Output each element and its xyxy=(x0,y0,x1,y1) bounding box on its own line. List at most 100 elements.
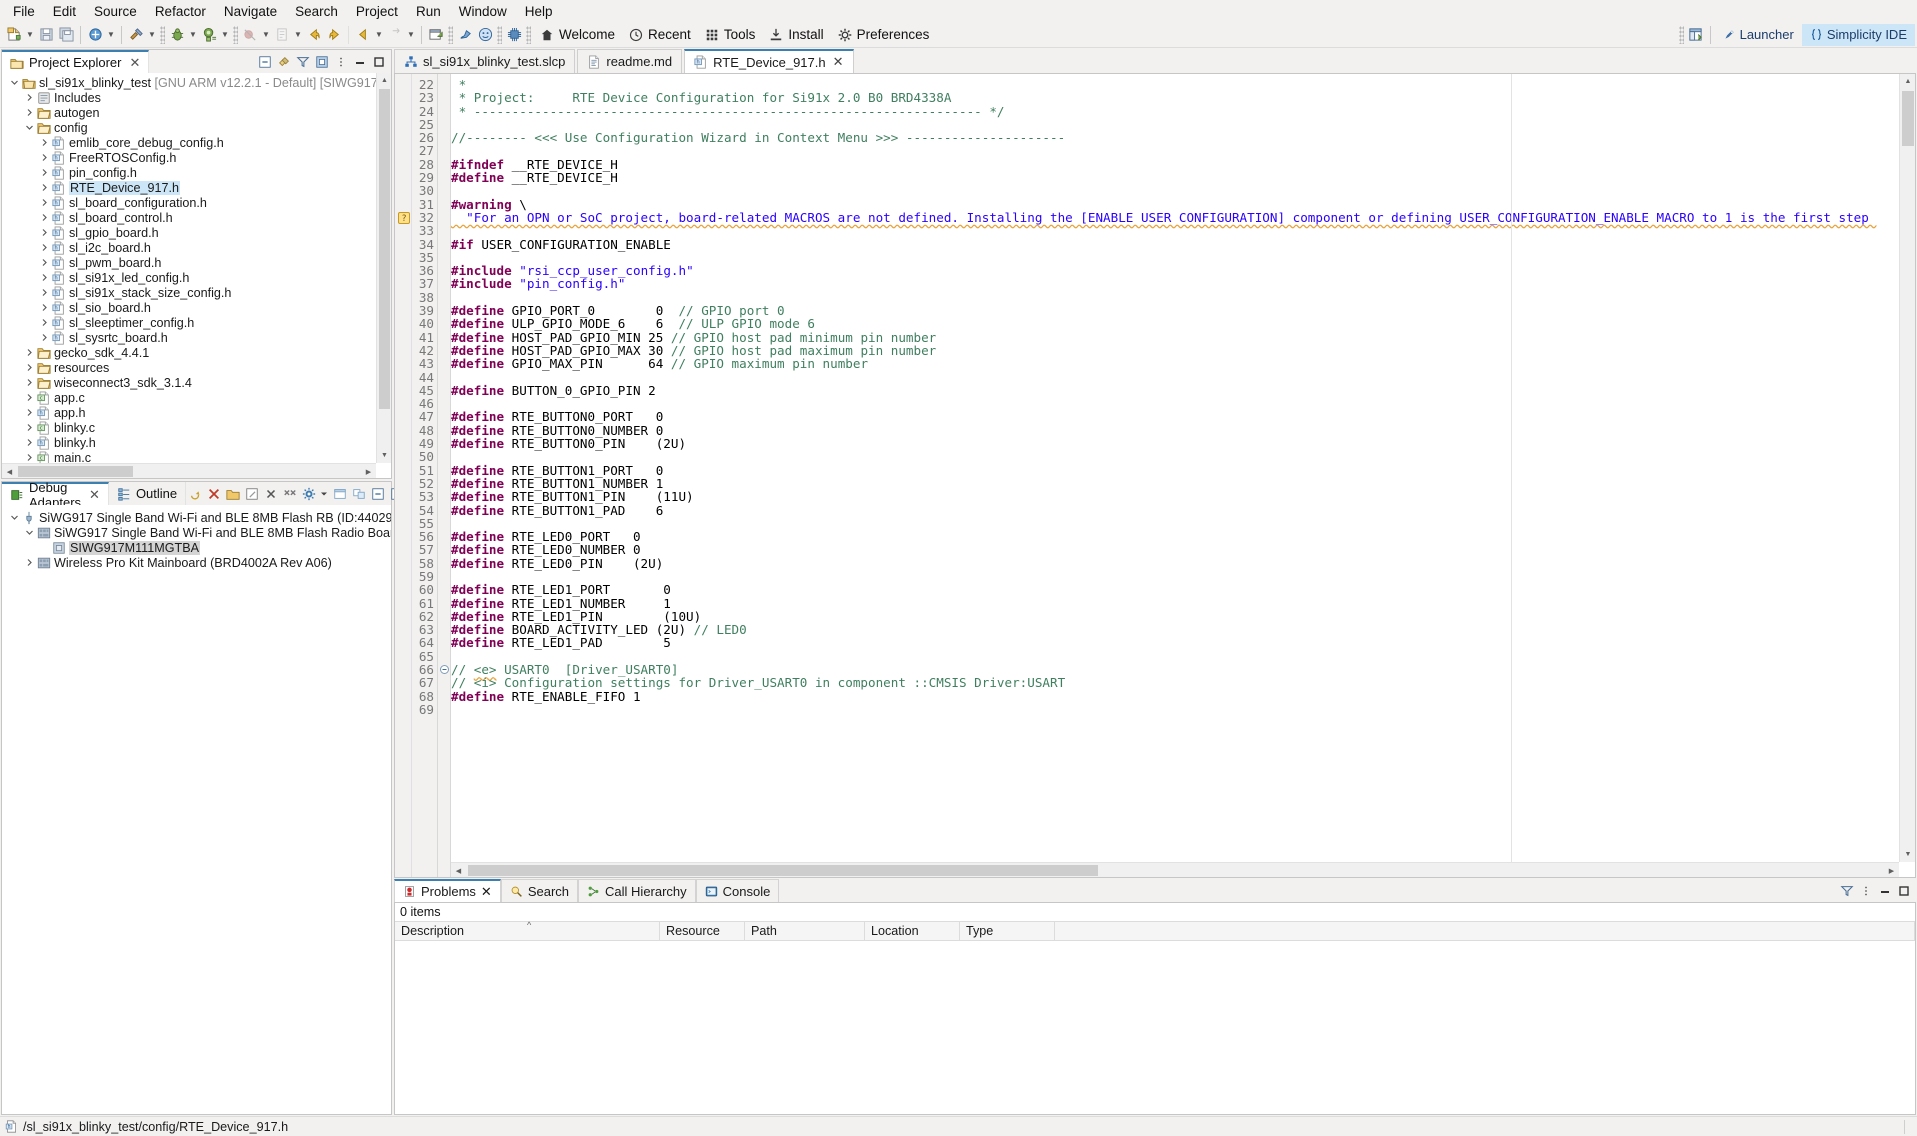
code-line[interactable]: * Project: RTE Device Configuration for … xyxy=(451,91,1915,104)
tree-item[interactable]: hsl_board_control.h xyxy=(2,210,376,225)
build-project-dropdown-icon[interactable]: ▼ xyxy=(105,25,117,45)
tree-item[interactable]: SiWG917 Single Band Wi-Fi and BLE 8MB Fl… xyxy=(2,510,391,525)
editor-body[interactable]: ? 22232425262728293031323334353637383940… xyxy=(394,73,1916,878)
forward-arrow-icon[interactable] xyxy=(324,25,344,45)
twisty-expanded-icon[interactable] xyxy=(23,528,36,537)
refresh-adapters-icon[interactable] xyxy=(186,485,203,502)
dropdown-arrow-icon[interactable] xyxy=(319,485,329,502)
close-icon[interactable]: ✕ xyxy=(833,54,844,70)
code-line[interactable]: #define __RTE_DEVICE_H xyxy=(451,171,1915,184)
code-line[interactable] xyxy=(451,118,1915,131)
close-icon[interactable]: ✕ xyxy=(481,884,492,900)
link-with-editor-icon[interactable] xyxy=(275,53,292,70)
toolbar-welcome-button[interactable]: Welcome xyxy=(533,24,622,46)
code-line[interactable] xyxy=(451,397,1915,410)
code-line[interactable]: #define BUTTON_0_GPIO_PIN 2 xyxy=(451,384,1915,397)
tree-item[interactable]: hFreeRTOSConfig.h xyxy=(2,150,376,165)
twisty-collapsed-icon[interactable] xyxy=(38,213,51,222)
project-explorer-tree[interactable]: sl_si91x_blinky_test [GNU ARM v12.2.1 - … xyxy=(2,73,391,478)
tree-item[interactable]: hsl_board_configuration.h xyxy=(2,195,376,210)
view-menu-icon[interactable] xyxy=(313,53,330,70)
code-line[interactable]: #define GPIO_PORT_0 0 // GPIO port 0 xyxy=(451,304,1915,317)
tree-item[interactable]: hsl_si91x_led_config.h xyxy=(2,270,376,285)
editor-tab-sl-si91x-blinky-test-slcp[interactable]: sl_si91x_blinky_test.slcp xyxy=(394,49,575,73)
menu-search[interactable]: Search xyxy=(286,2,347,21)
new-window-icon[interactable] xyxy=(426,25,446,45)
code-line[interactable]: #include "pin_config.h" xyxy=(451,277,1915,290)
menu-window[interactable]: Window xyxy=(450,2,516,21)
remove-all-icon[interactable] xyxy=(281,485,298,502)
run-dropdown-icon[interactable]: ▼ xyxy=(219,25,231,45)
save-all-icon[interactable] xyxy=(56,25,76,45)
tree-item[interactable]: Wireless Pro Kit Mainboard (BRD4002A Rev… xyxy=(2,555,391,570)
twisty-collapsed-icon[interactable] xyxy=(23,438,36,447)
tree-item[interactable]: happ.h xyxy=(2,405,376,420)
bottom-tab-call-hierarchy[interactable]: Call Hierarchy xyxy=(578,879,696,902)
twisty-collapsed-icon[interactable] xyxy=(38,273,51,282)
code-line[interactable]: #define ULP_GPIO_MODE_6 6 // ULP GPIO mo… xyxy=(451,317,1915,330)
scroll-up-arrow-icon[interactable]: ▲ xyxy=(1900,74,1916,89)
tree-item[interactable]: hsl_sleeptimer_config.h xyxy=(2,315,376,330)
bottom-tab-search[interactable]: Search xyxy=(501,879,578,902)
tree-item[interactable]: config xyxy=(2,120,376,135)
code-line[interactable]: #define RTE_LED1_PIN (10U) xyxy=(451,610,1915,623)
collapse-all-icon[interactable] xyxy=(369,485,386,502)
code-line[interactable]: #warning \ xyxy=(451,198,1915,211)
editor-hscroll-thumb[interactable] xyxy=(468,865,1098,876)
bottom-tab-console[interactable]: Console xyxy=(696,879,780,902)
twisty-collapsed-icon[interactable] xyxy=(38,228,51,237)
tree-item[interactable]: hsl_sio_board.h xyxy=(2,300,376,315)
toolbar-install-button[interactable]: Install xyxy=(762,24,830,46)
perspective-launcher[interactable]: Launcher xyxy=(1715,24,1802,46)
vscroll-thumb[interactable] xyxy=(379,89,390,409)
twisty-collapsed-icon[interactable] xyxy=(38,318,51,327)
editor-folding-column[interactable] xyxy=(438,74,451,877)
tree-item[interactable]: cblinky.c xyxy=(2,420,376,435)
code-line[interactable]: * --------------------------------------… xyxy=(451,105,1915,118)
tree-item[interactable]: hsl_i2c_board.h xyxy=(2,240,376,255)
menu-source[interactable]: Source xyxy=(85,2,146,21)
tab-debug-adapters[interactable]: Debug Adapters ✕ xyxy=(2,482,109,505)
code-line[interactable] xyxy=(451,251,1915,264)
twisty-expanded-icon[interactable] xyxy=(8,513,21,522)
code-line[interactable]: * xyxy=(451,78,1915,91)
minimize-icon[interactable] xyxy=(1876,882,1893,899)
save-icon[interactable] xyxy=(36,25,56,45)
tree-item[interactable]: resources xyxy=(2,360,376,375)
problems-table-body[interactable] xyxy=(395,941,1915,1114)
code-line[interactable]: // <e> USART0 [Driver_USART0] xyxy=(451,663,1915,676)
tree-item[interactable]: capp.c xyxy=(2,390,376,405)
debug-dropdown-icon[interactable]: ▼ xyxy=(187,25,199,45)
minimize-icon[interactable] xyxy=(351,53,368,70)
twisty-collapsed-icon[interactable] xyxy=(38,288,51,297)
editor-vscroll-thumb[interactable] xyxy=(1902,91,1914,146)
scroll-right-arrow-icon[interactable]: ▶ xyxy=(361,464,376,478)
code-line[interactable]: "For an OPN or SoC project, board-relate… xyxy=(451,211,1915,224)
code-line[interactable]: #define RTE_BUTTON1_PIN (11U) xyxy=(451,490,1915,503)
scroll-down-arrow-icon[interactable]: ▼ xyxy=(377,448,391,463)
twisty-collapsed-icon[interactable] xyxy=(38,198,51,207)
menu-refactor[interactable]: Refactor xyxy=(146,2,215,21)
code-line[interactable] xyxy=(451,570,1915,583)
twisty-collapsed-icon[interactable] xyxy=(23,378,36,387)
new-file-icon[interactable] xyxy=(4,25,24,45)
code-line[interactable]: #define GPIO_MAX_PIN 64 // GPIO maximum … xyxy=(451,357,1915,370)
previous-annotation-icon[interactable] xyxy=(353,25,373,45)
code-line[interactable] xyxy=(451,291,1915,304)
fold-collapse-icon[interactable] xyxy=(440,665,449,674)
back-arrow-icon[interactable] xyxy=(304,25,324,45)
code-line[interactable] xyxy=(451,703,1915,716)
twisty-collapsed-icon[interactable] xyxy=(38,183,51,192)
code-line[interactable]: #define RTE_BUTTON0_PIN (2U) xyxy=(451,437,1915,450)
hscroll-thumb[interactable] xyxy=(18,466,133,477)
code-line[interactable]: #define RTE_BUTTON1_PAD 6 xyxy=(451,504,1915,517)
column-header-path[interactable]: Path xyxy=(745,921,865,941)
tree-item[interactable]: hsl_sysrtc_board.h xyxy=(2,330,376,345)
bottom-tab-problems[interactable]: Problems✕ xyxy=(394,879,501,902)
tab-outline[interactable]: Outline xyxy=(109,482,186,505)
editor-code-area[interactable]: * * Project: RTE Device Configuration fo… xyxy=(451,74,1915,877)
twisty-collapsed-icon[interactable] xyxy=(23,423,36,432)
code-line[interactable]: #define BOARD_ACTIVITY_LED (2U) // LED0 xyxy=(451,623,1915,636)
code-line[interactable]: #define RTE_LED0_NUMBER 0 xyxy=(451,543,1915,556)
project-explorer-hscrollbar[interactable]: ◀ ▶ xyxy=(2,463,376,478)
